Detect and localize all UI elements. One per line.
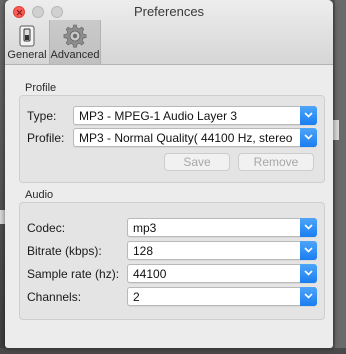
chevron-down-icon [304, 134, 313, 140]
codec-select-arrow[interactable] [300, 218, 317, 237]
remove-button[interactable]: Remove [238, 153, 314, 171]
profile-select-value: MP3 - Normal Quality( 44100 Hz, stereo ,… [79, 131, 296, 145]
type-select-arrow[interactable] [300, 106, 317, 125]
bitrate-label: Bitrate (kbps): [27, 244, 102, 258]
samplerate-select-value: 44100 [133, 267, 167, 281]
samplerate-select[interactable]: 44100 [127, 264, 317, 283]
background-window-fragment [333, 120, 339, 140]
profile-select[interactable]: MP3 - Normal Quality( 44100 Hz, stereo ,… [73, 128, 317, 147]
toolbar-advanced-label: Advanced [50, 49, 100, 61]
titlebar: Preferences General Advanced [5, 0, 333, 65]
samplerate-select-arrow[interactable] [300, 264, 317, 283]
toolbar-general[interactable]: General [7, 20, 47, 64]
toolbar-general-label: General [7, 49, 47, 61]
type-label: Type: [27, 109, 57, 123]
bitrate-select-value: 128 [133, 244, 154, 258]
profile-select-arrow[interactable] [300, 128, 317, 147]
audio-group-title: Audio [25, 189, 54, 201]
chevron-down-icon [304, 224, 313, 230]
save-button[interactable]: Save [164, 153, 230, 171]
background-right [335, 0, 346, 354]
chevron-down-icon [304, 112, 313, 118]
samplerate-label: Sample rate (hz): [27, 267, 120, 281]
chevron-down-icon [304, 270, 313, 276]
chevron-down-icon [304, 247, 313, 253]
bitrate-select[interactable]: 128 [127, 241, 317, 260]
channels-select-value: 2 [133, 290, 140, 304]
type-select[interactable]: MP3 - MPEG-1 Audio Layer 3 [73, 106, 317, 125]
window-title: Preferences [133, 4, 205, 19]
chevron-down-icon [304, 293, 313, 299]
profile-label: Profile: [27, 131, 65, 145]
profile-group-title: Profile [25, 82, 57, 94]
toolbar-advanced[interactable]: Advanced [49, 20, 101, 64]
codec-label: Codec: [27, 221, 66, 235]
channels-select-arrow[interactable] [300, 287, 317, 306]
switch-icon [19, 25, 35, 47]
codec-select-value: mp3 [133, 221, 157, 235]
gear-icon [63, 24, 87, 48]
channels-select[interactable]: 2 [127, 287, 317, 306]
channels-label: Channels: [27, 290, 82, 304]
type-select-value: MP3 - MPEG-1 Audio Layer 3 [79, 109, 238, 123]
preferences-window: Preferences General Advanced Profile Typ… [5, 0, 333, 348]
background-bottom [0, 348, 346, 354]
codec-select[interactable]: mp3 [127, 218, 317, 237]
bitrate-select-arrow[interactable] [300, 241, 317, 260]
